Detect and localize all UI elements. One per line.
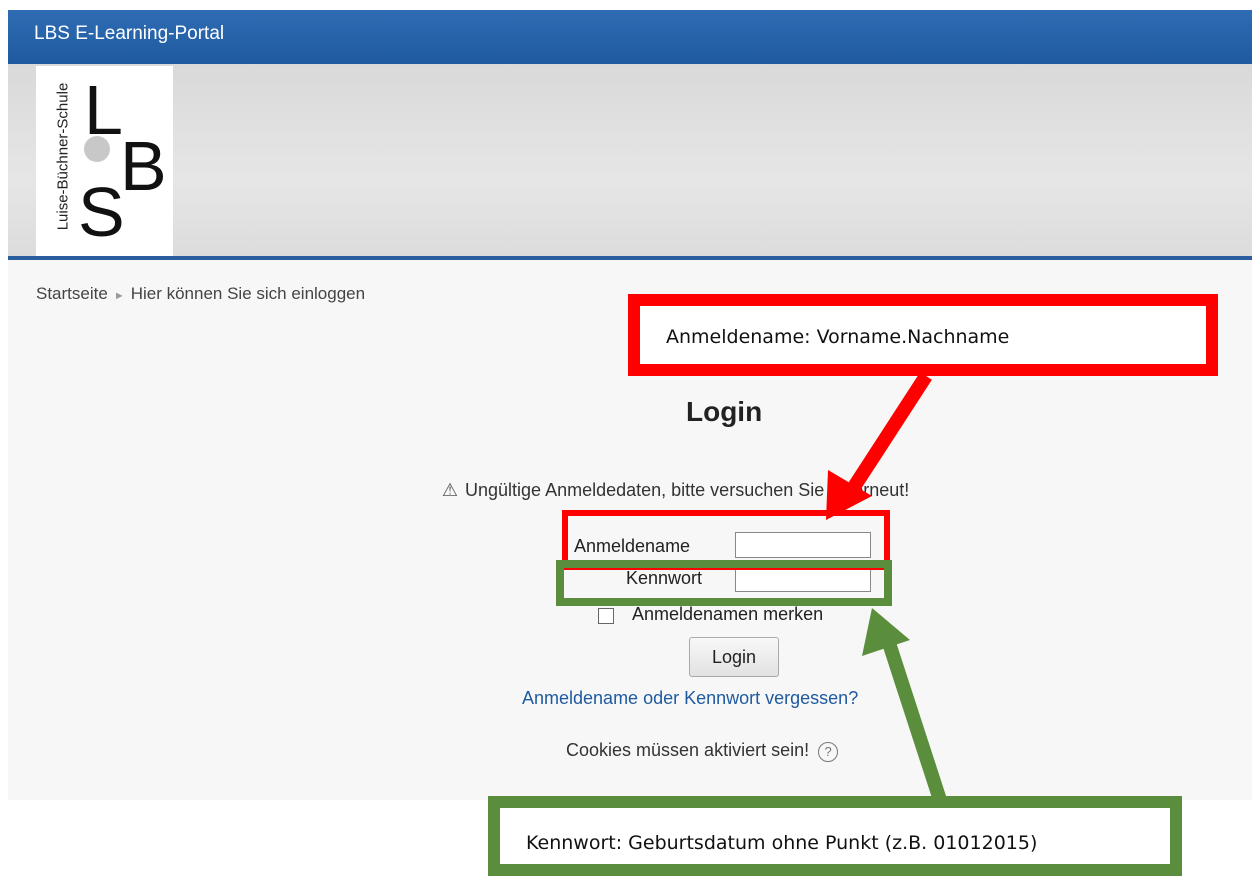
username-hint-text: Anmeldename: Vorname.Nachname [666, 326, 1010, 348]
annotation-arrows [826, 372, 947, 803]
username-hint-callout: Anmeldename: Vorname.Nachname [628, 294, 1218, 376]
password-hint-callout: Kennwort: Geburtsdatum ohne Punkt (z.B. … [488, 796, 1182, 876]
password-hint-text: Kennwort: Geburtsdatum ohne Punkt (z.B. … [526, 832, 1038, 854]
red-arrow [826, 372, 932, 520]
green-arrow [862, 608, 947, 803]
